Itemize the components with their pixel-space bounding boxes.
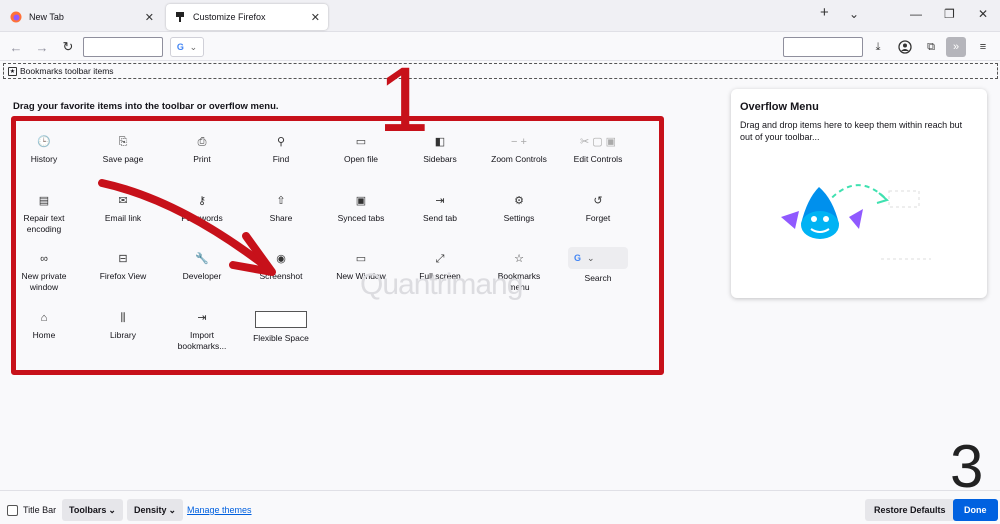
density-dropdown[interactable]: Density ⌄: [127, 499, 184, 521]
overflow-menu-panel[interactable]: Overflow Menu Drag and drop items here t…: [731, 89, 987, 298]
manage-themes-link[interactable]: Manage themes: [187, 499, 252, 521]
overflow-menu-description: Drag and drop items here to keep them wi…: [740, 120, 963, 142]
overflow-menu-title: Overflow Menu: [740, 101, 819, 113]
annotation-number-1: 1: [378, 49, 430, 151]
restore-defaults-button[interactable]: Restore Defaults: [865, 499, 955, 521]
toolbars-dropdown[interactable]: Toolbars ⌄: [62, 499, 123, 521]
dragon-illustration-icon: [781, 184, 931, 260]
chevron-down-icon: ⌄: [108, 504, 116, 515]
title-bar-checkbox[interactable]: [7, 504, 18, 516]
chevron-down-icon: ⌄: [168, 504, 177, 515]
done-button[interactable]: Done: [953, 499, 998, 521]
customize-footer: Title Bar Toolbars ⌄ Density ⌄ Manage th…: [0, 490, 1000, 524]
density-label: Density: [134, 505, 167, 515]
annotation-number-3: 3: [950, 433, 984, 500]
toolbars-label: Toolbars: [69, 505, 107, 515]
title-bar-label: Title Bar: [23, 505, 57, 515]
title-bar-toggle[interactable]: Title Bar: [7, 499, 56, 521]
